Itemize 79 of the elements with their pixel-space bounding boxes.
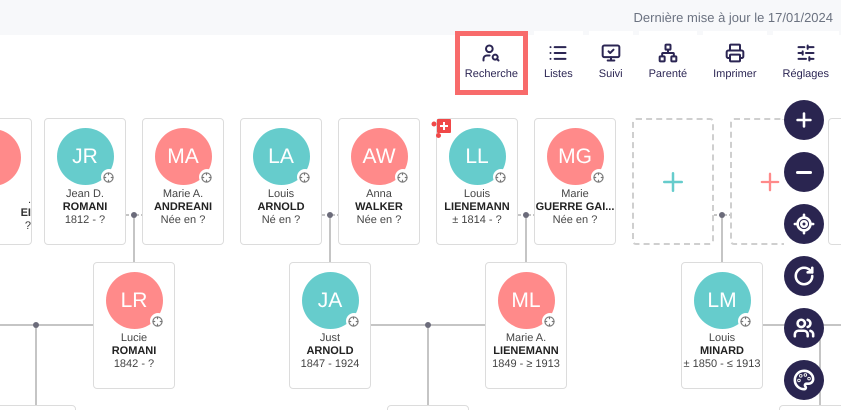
last-name: ARNOLD — [257, 201, 305, 214]
refresh-button[interactable] — [784, 256, 824, 296]
first-name: Marie A. — [506, 332, 546, 345]
dates: Né en ? — [262, 214, 300, 227]
avatar: LL — [448, 128, 506, 185]
first-name: Louis — [464, 188, 490, 201]
person-card[interactable]: . EI ? — [0, 118, 32, 245]
first-name: Louis — [268, 188, 294, 201]
monitor-icon — [600, 43, 621, 63]
refresh-icon — [793, 265, 815, 287]
zoom-out-button[interactable] — [784, 152, 824, 192]
dates: Née en ? — [552, 214, 598, 227]
person-card[interactable]: AW Anna WALKER Née en ? — [338, 118, 420, 245]
last-name: LIENEMANN — [493, 345, 559, 358]
last-name: ROMANI — [62, 201, 108, 214]
person-card[interactable]: LA Louis ARNOLD Né en ? — [240, 118, 322, 245]
junction-dot — [327, 212, 333, 218]
avatar: LA — [252, 128, 310, 185]
last-name: ROMANI — [112, 345, 156, 358]
person-card[interactable]: ML Marie A. LIENEMANN 1849 - ≥ 1913 — [485, 262, 567, 389]
last-name: EI — [20, 207, 31, 220]
person-card[interactable]: JA Just ARNOLD 1847 - 1924 — [289, 262, 371, 389]
first-name: . — [28, 194, 31, 207]
avatar: JA — [302, 272, 358, 329]
dates: ? — [24, 220, 31, 233]
crosshair-icon — [793, 213, 815, 235]
dates: 1842 - ? — [114, 358, 154, 371]
palette-icon — [793, 369, 815, 391]
last-name: ARNOLD — [306, 345, 354, 358]
person-card[interactable]: MA Marie A. ANDREANI Née en ? — [142, 118, 224, 245]
first-name: Jean D. — [66, 188, 104, 201]
avatar: MG — [546, 128, 604, 185]
center-button[interactable] — [784, 204, 824, 244]
dates: 1849 - ≥ 1913 — [492, 358, 560, 371]
last-name: GUERRE GAI... — [536, 201, 614, 214]
toolbar-button[interactable]: Recherche — [454, 31, 528, 94]
avatar: LM — [694, 272, 750, 329]
settings-icon — [796, 43, 816, 63]
dates: 1847 - 1924 — [300, 358, 360, 371]
minus-icon — [796, 170, 812, 174]
avatar: JR — [56, 128, 114, 185]
add-badge-icon[interactable] — [431, 119, 453, 139]
first-name: Marie — [561, 188, 589, 201]
last-name: WALKER — [355, 201, 403, 214]
avatar: AW — [350, 128, 408, 185]
person-search-icon — [481, 43, 502, 63]
dates: ± 1850 - ≤ 1913 — [684, 358, 760, 371]
avatar: ML — [498, 272, 554, 329]
person-card[interactable]: LR Lucie ROMANI 1842 - ? — [93, 262, 175, 389]
last-name: LIENEMANN — [444, 201, 510, 214]
junction-dot — [33, 322, 39, 328]
dates: Née en ? — [160, 214, 206, 227]
person-card[interactable]: JR Jean D. ROMANI 1812 - ? — [44, 118, 126, 245]
dates: ± 1814 - ? — [452, 214, 502, 227]
person-card[interactable]: MG Marie GUERRE GAI... Née en ? — [534, 118, 616, 245]
zoom-in-button[interactable] — [784, 100, 824, 140]
first-name: Marie A. — [162, 188, 204, 201]
last-name: MINARD — [700, 345, 744, 358]
family-button[interactable] — [784, 308, 824, 348]
dates: 1812 - ? — [64, 214, 106, 227]
avatar: LR — [106, 272, 162, 329]
printer-icon — [724, 43, 745, 63]
palette-button[interactable] — [784, 360, 824, 400]
people-icon — [793, 317, 815, 339]
avatar: MA — [154, 128, 212, 185]
junction-dot — [719, 212, 725, 218]
last-name: ANDREANI — [154, 201, 212, 214]
junction-dot — [131, 212, 137, 218]
junction-dot — [523, 212, 529, 218]
last-update-text: Dernière mise à jour le 17/01/2024 — [634, 8, 833, 27]
person-card[interactable]: LM Louis MINARD ± 1850 - ≤ 1913 — [681, 262, 763, 389]
dates: Née en ? — [356, 214, 402, 227]
first-name: Louis — [708, 332, 736, 345]
network-icon — [658, 43, 678, 63]
first-name: Just — [320, 332, 340, 345]
first-name: Anna — [366, 188, 392, 201]
list-icon — [548, 43, 568, 63]
first-name: Lucie — [120, 332, 148, 345]
junction-dot — [425, 322, 431, 328]
